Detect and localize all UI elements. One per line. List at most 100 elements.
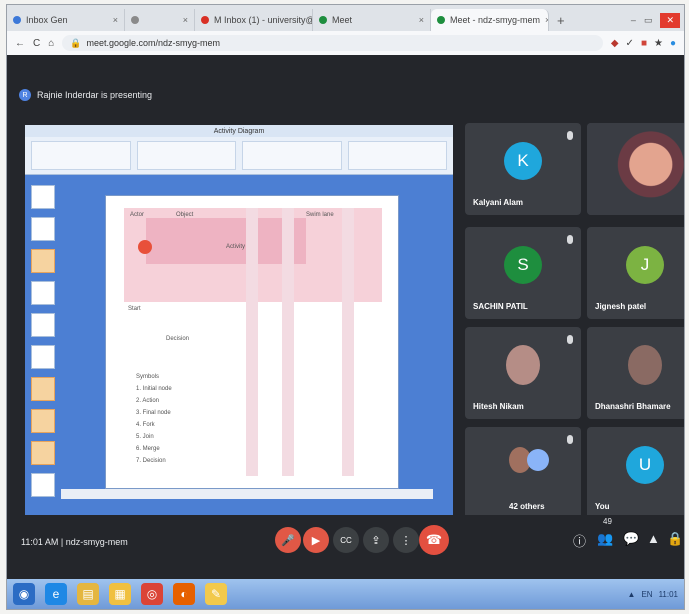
taskbar-folder-icon[interactable]: ▦: [109, 583, 131, 605]
browser-tab[interactable]: ×: [125, 9, 195, 31]
meeting-info: 11:01 AM | ndz-smyg-mem: [21, 537, 128, 547]
notes-item: 7. Decision: [136, 458, 166, 464]
participant-tile[interactable]: S SACHIN PATIL: [465, 227, 581, 319]
camera-button[interactable]: ▶: [303, 527, 329, 553]
participant-tile[interactable]: Dhanashri Bhamare: [587, 327, 684, 419]
participant-photo: [506, 345, 540, 385]
ppt-title: Activity Diagram: [213, 127, 265, 135]
info-icon[interactable]: ⓘ: [573, 531, 586, 550]
slide-thumbnail: [31, 185, 55, 209]
close-tab-icon[interactable]: ×: [113, 15, 118, 25]
taskbar-ie-icon[interactable]: e: [45, 583, 67, 605]
extension-icon[interactable]: ✓: [626, 38, 634, 49]
present-button[interactable]: ⇪: [363, 527, 389, 553]
slide-thumbnail: [31, 441, 55, 465]
browser-tab[interactable]: Meet - ndz-smyg-mem×: [431, 9, 549, 31]
people-icon[interactable]: 👥: [597, 531, 613, 547]
notes-item: 5. Join: [136, 434, 154, 440]
participant-video: [587, 123, 684, 215]
slide-thumbnail: [31, 249, 55, 273]
mic-icon: 🎤: [281, 534, 295, 547]
address-bar: ← C ⌂ 🔒 meet.google.com/ndz-smyg-mem ◆ ✓ ■…: [7, 31, 684, 55]
extension-icon[interactable]: ■: [641, 38, 647, 49]
participant-avatar: J: [626, 246, 664, 284]
tab-favicon-icon: [13, 16, 21, 24]
swim-lane: [246, 208, 258, 476]
notes-title: Symbols: [136, 374, 160, 380]
participant-avatar: S: [504, 246, 542, 284]
home-icon[interactable]: ⌂: [48, 38, 54, 49]
slide-thumbnail: [31, 345, 55, 369]
end-call-button[interactable]: ☎: [419, 525, 449, 555]
browser-tab[interactable]: M Inbox (1) - university@gm×: [195, 9, 313, 31]
window-controls: – ▭ ✕: [631, 9, 684, 31]
meet-area: R Rajnie Inderdar is presenting Activity…: [7, 55, 684, 579]
participant-avatar: [527, 449, 549, 471]
tab-favicon-icon: [131, 16, 139, 24]
tab-label: Inbox Gen: [26, 15, 68, 25]
extensions-area: ◆ ✓ ■ ★ ●: [611, 38, 676, 49]
back-icon[interactable]: ←: [15, 38, 25, 49]
extension-icon[interactable]: ◆: [611, 38, 619, 49]
extension-icon[interactable]: ★: [654, 38, 663, 49]
browser-tab[interactable]: Meet ×: [313, 9, 431, 31]
close-tab-icon[interactable]: ×: [419, 15, 424, 25]
notes-item: 6. Merge: [136, 446, 160, 452]
ribbon-group: [347, 141, 447, 170]
participant-tile[interactable]: Hitesh Nikam: [465, 327, 581, 419]
participant-tile[interactable]: J Jignesh patel: [587, 227, 684, 319]
slide-label: Actor: [130, 212, 145, 218]
mic-off-icon: [567, 335, 573, 344]
taskbar-chrome-icon[interactable]: ◎: [141, 583, 163, 605]
presenting-text: Rajnie Inderdar is presenting: [37, 90, 153, 100]
participant-tile[interactable]: U You: [587, 427, 684, 519]
extension-icon[interactable]: ●: [670, 38, 676, 49]
reload-icon[interactable]: C: [33, 38, 40, 49]
participant-avatar: U: [626, 446, 664, 484]
slide-label: Swim lane: [306, 212, 334, 218]
captions-button[interactable]: CC: [333, 527, 359, 553]
more-options-button[interactable]: ⋮: [393, 527, 419, 553]
url-input[interactable]: 🔒 meet.google.com/ndz-smyg-mem: [62, 35, 603, 51]
tab-favicon-icon: [201, 16, 209, 24]
camera-icon: ▶: [311, 534, 321, 547]
taskbar-paint-icon[interactable]: ✎: [205, 583, 227, 605]
participant-tile[interactable]: 42 others: [465, 427, 581, 519]
chat-icon[interactable]: 💬: [623, 531, 639, 547]
notes-item: 2. Action: [136, 398, 160, 404]
taskbar-explorer-icon[interactable]: ▤: [77, 583, 99, 605]
presenter-avatar: R: [19, 89, 31, 101]
ppt-title-bar: Activity Diagram: [25, 125, 453, 137]
minimize-button[interactable]: –: [631, 15, 636, 25]
maximize-button[interactable]: ▭: [644, 15, 653, 26]
shared-screen[interactable]: Activity Diagram Actor Object Activity S…: [25, 125, 453, 565]
host-controls-icon[interactable]: 🔒: [667, 531, 683, 547]
ribbon-group: [136, 141, 236, 170]
url-text: meet.google.com/ndz-smyg-mem: [86, 38, 221, 48]
close-window-button[interactable]: ✕: [660, 12, 680, 28]
participant-name: You: [595, 502, 610, 511]
captions-icon: CC: [340, 535, 352, 545]
tray-item[interactable]: ▲: [628, 590, 636, 599]
participant-tile[interactable]: [587, 123, 684, 215]
participant-tile[interactable]: K Kalyani Alam: [465, 123, 581, 215]
new-tab-button[interactable]: +: [549, 13, 573, 31]
browser-tab-bar: Inbox Gen××M Inbox (1) - university@gm×M…: [7, 5, 684, 31]
start-node-icon: [138, 240, 152, 254]
participant-name: Jignesh patel: [595, 302, 647, 311]
slide-thumbnail: [31, 377, 55, 401]
tray-item[interactable]: 11:01: [659, 590, 678, 599]
slide-label: Object: [176, 212, 194, 218]
slide-thumbnail: [31, 281, 55, 305]
tab-label: Meet - ndz-smyg-mem: [450, 15, 541, 25]
slide-label: Activity: [226, 244, 246, 250]
activities-icon[interactable]: ▲: [647, 531, 660, 546]
taskbar-start-orb-icon[interactable]: ◉: [13, 583, 35, 605]
mic-button[interactable]: 🎤: [275, 527, 301, 553]
close-tab-icon[interactable]: ×: [183, 15, 188, 25]
mic-off-icon: [567, 131, 573, 140]
tab-favicon-icon: [437, 16, 445, 24]
tray-item[interactable]: EN: [641, 590, 652, 599]
taskbar-firefox-icon[interactable]: ◐: [173, 583, 195, 605]
browser-tab[interactable]: Inbox Gen ×: [7, 9, 125, 31]
